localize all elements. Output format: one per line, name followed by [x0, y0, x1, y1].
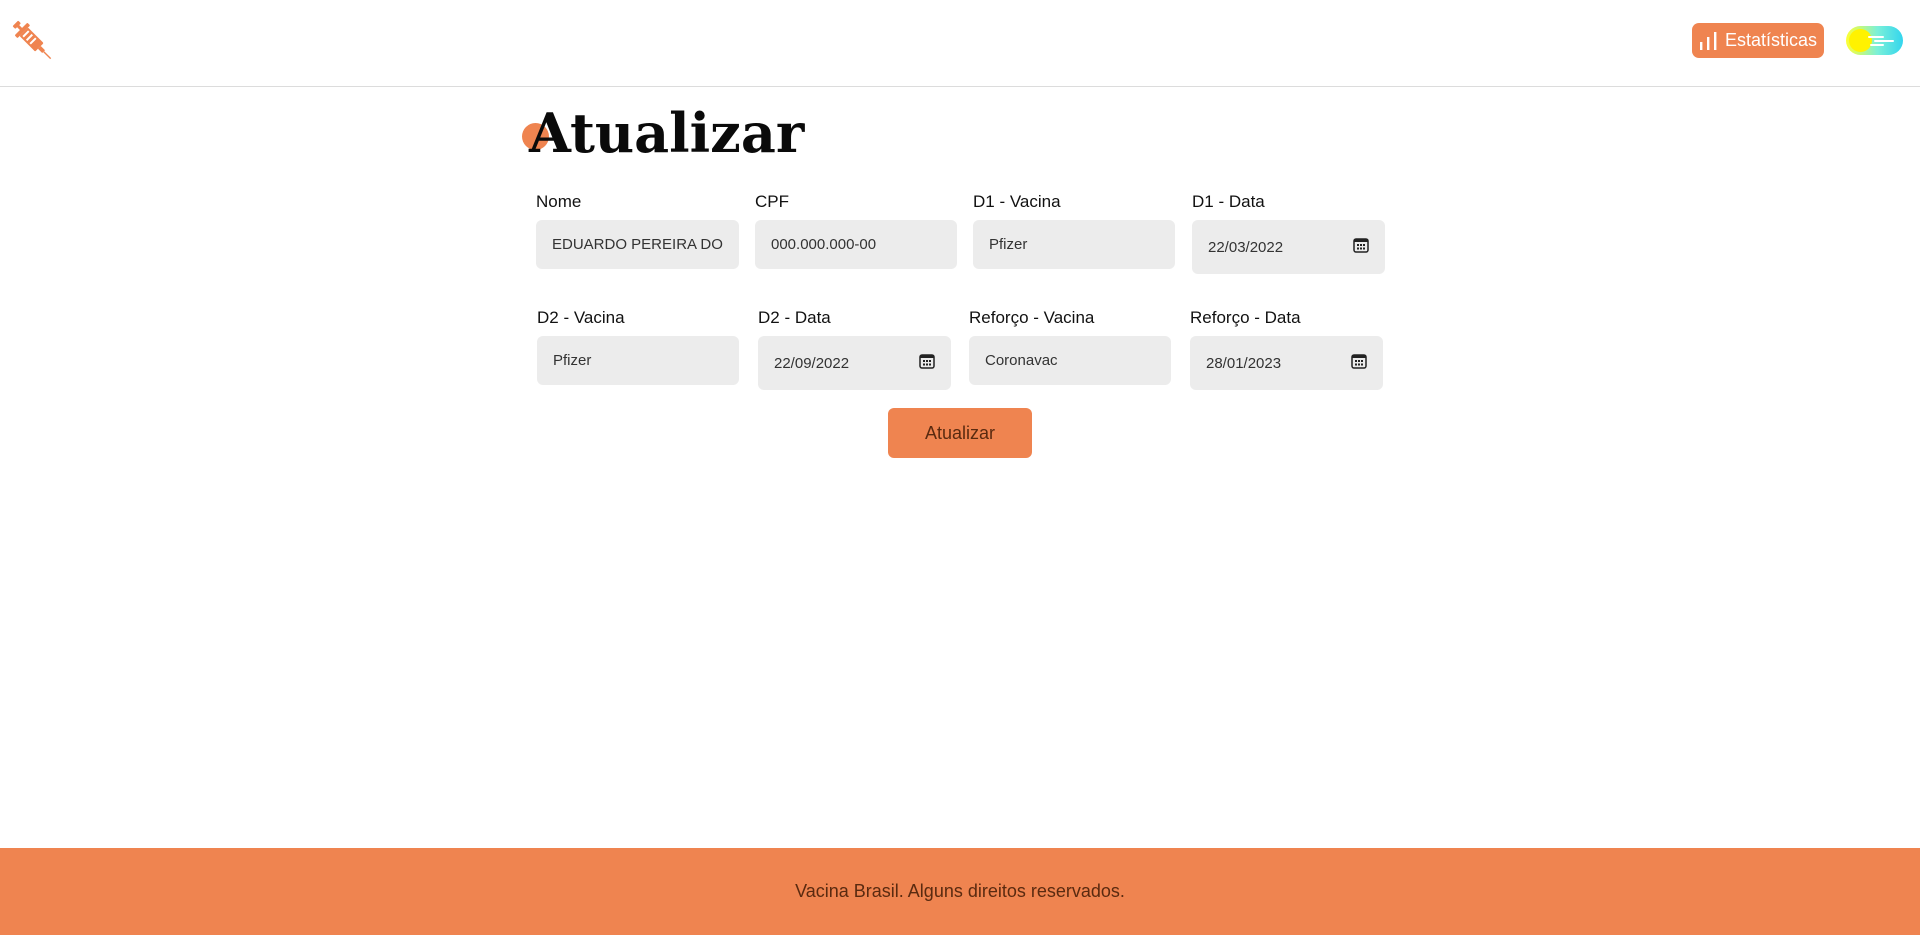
reforco-data-input[interactable]: 28/01/2023 [1190, 336, 1383, 390]
page-title-container: Atualizar [520, 98, 804, 168]
theme-toggle[interactable] [1846, 26, 1903, 55]
d2-data-field-group: D2 - Data 22/09/2022 [758, 307, 951, 392]
cpf-input[interactable]: 000.000.000-00 [755, 220, 957, 269]
nome-input[interactable]: EDUARDO PEREIRA DO [536, 220, 739, 269]
d1-data-label: D1 - Data [1192, 192, 1265, 211]
d2-data-input[interactable]: 22/09/2022 [758, 336, 951, 390]
reforco-vacina-input[interactable]: Coronavac [969, 336, 1171, 385]
reforco-data-label: Reforço - Data [1190, 308, 1301, 327]
cpf-label: CPF [755, 192, 789, 211]
top-navbar: Estatísticas [0, 0, 1920, 87]
d2-data-label: D2 - Data [758, 308, 831, 327]
reforco-vacina-value: Coronavac [985, 352, 1058, 369]
d1-vacina-label: D1 - Vacina [973, 192, 1061, 211]
reforco-data-value: 28/01/2023 [1206, 354, 1282, 372]
reforco-vacina-field-group: Reforço - Vacina Coronavac [969, 307, 1171, 387]
calendar-icon[interactable] [1353, 237, 1369, 257]
nome-label: Nome [536, 192, 582, 211]
nome-field-group: Nome EDUARDO PEREIRA DO [536, 191, 739, 271]
speed-line [1874, 40, 1894, 42]
page-title: Atualizar [529, 101, 805, 165]
d2-vacina-label: D2 - Vacina [537, 308, 625, 327]
theme-toggle-knob [1849, 29, 1872, 52]
statistics-button-label: Estatísticas [1724, 30, 1818, 50]
footer: Vacina Brasil. Alguns direitos reservado… [0, 848, 1920, 935]
speed-line [1868, 36, 1884, 38]
nome-value: EDUARDO PEREIRA DO [552, 236, 723, 253]
bar-chart-icon [1699, 31, 1719, 50]
calendar-icon[interactable] [1351, 353, 1367, 373]
reforco-vacina-label: Reforço - Vacina [969, 308, 1095, 327]
d2-vacina-input[interactable]: Pfizer [537, 336, 739, 385]
footer-copyright-text: Vacina Brasil. Alguns direitos reservado… [795, 881, 1125, 901]
calendar-icon[interactable] [919, 353, 935, 373]
d1-vacina-value: Pfizer [989, 236, 1028, 253]
speed-line [1870, 44, 1884, 46]
d2-vacina-field-group: D2 - Vacina Pfizer [537, 307, 739, 387]
d1-vacina-input[interactable]: Pfizer [973, 220, 1175, 269]
cpf-field-group: CPF 000.000.000-00 [755, 191, 957, 271]
d2-vacina-value: Pfizer [553, 352, 592, 369]
statistics-button[interactable]: Estatísticas [1692, 23, 1824, 58]
atualizar-submit-button[interactable]: Atualizar [888, 408, 1032, 458]
reforco-data-field-group: Reforço - Data 28/01/2023 [1190, 307, 1383, 392]
d1-data-input[interactable]: 22/03/2022 [1192, 220, 1385, 274]
d2-data-value: 22/09/2022 [774, 354, 850, 372]
d1-vacina-field-group: D1 - Vacina Pfizer [973, 191, 1175, 271]
syringe-icon[interactable] [8, 16, 58, 66]
cpf-value: 000.000.000-00 [771, 236, 877, 253]
d1-data-value: 22/03/2022 [1208, 238, 1284, 256]
d1-data-field-group: D1 - Data 22/03/2022 [1192, 191, 1385, 276]
